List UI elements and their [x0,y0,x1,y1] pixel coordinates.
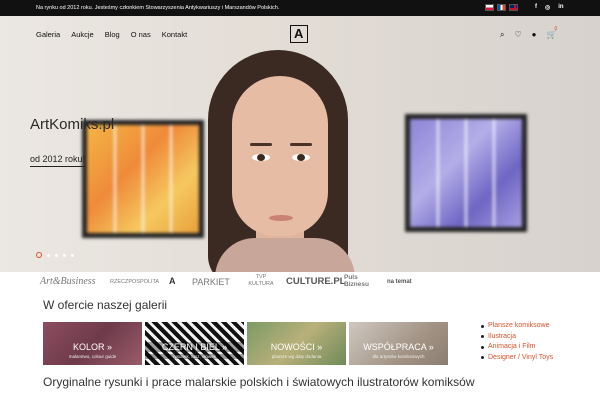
hero-model-eye [252,154,270,161]
hero-model-face [232,76,328,236]
hero-model-scarf [215,238,355,272]
slider-dot[interactable] [47,253,50,257]
nav-item-o-nas[interactable]: O nas [131,30,151,39]
category-link-animacja[interactable]: Animacja i Film [481,343,553,350]
topbar-notice: Na rynku od 2012 roku. Jesteśmy członkie… [36,5,280,11]
hero-slider[interactable]: ArtKomiks.pl od 2012 roku! [0,16,600,272]
facebook-icon[interactable]: f [535,4,537,11]
offer-heading: W ofercie naszej galerii [43,298,168,312]
account-icon[interactable]: ● [532,30,537,40]
language-switcher [485,4,518,11]
slider-dots [36,252,74,258]
tile-kolor[interactable]: KOLOR » malarstwo, colour guide [43,322,142,365]
press-logo: Puls Biznesu [344,274,369,288]
press-logo: PARKIET [192,277,230,287]
en-flag-icon[interactable] [509,4,518,11]
hero-subtitle[interactable]: od 2012 roku! [30,154,86,167]
press-logo: na temat [387,279,412,285]
tile-nowosci[interactable]: NOWOŚCI » plansze wg daty dodania [247,322,346,365]
hero-painting-right [405,114,527,232]
hero-model-eye [292,154,310,161]
fr-flag-icon[interactable] [497,4,506,11]
nav-item-galeria[interactable]: Galeria [36,30,60,39]
category-list: Plansze komiksowe Ilustracja Animacja i … [481,322,553,364]
logo-letter: A [294,26,304,41]
section-heading: Oryginalne rysunki i prace malarskie pol… [43,375,475,389]
category-link-plansze[interactable]: Plansze komiksowe [481,322,553,329]
pl-flag-icon[interactable] [485,4,494,11]
nav-item-blog[interactable]: Blog [105,30,120,39]
main-nav: Galeria Aukcje Blog O nas Kontakt [36,30,187,39]
cart-icon[interactable]: 🛒 0 [547,26,558,40]
press-logo: Art&Business [40,276,96,287]
press-logo: A [169,276,176,286]
press-logo: RZECZPOSPOLITA [110,279,160,285]
top-bar: Na rynku od 2012 roku. Jesteśmy członkie… [0,0,600,16]
tile-wspolpraca[interactable]: WSPÓŁPRACA » dla artystów komiksowych [349,322,448,365]
slider-dot[interactable] [71,253,74,257]
instagram-icon[interactable]: ◎ [545,4,550,11]
nav-item-kontakt[interactable]: Kontakt [162,30,187,39]
search-icon[interactable]: ⌕ [500,30,504,40]
social-links: f ◎ in [535,4,564,11]
press-logo: TVP KULTURA [248,274,274,287]
linkedin-icon[interactable]: in [558,4,563,11]
cart-count-badge: 0 [554,26,558,32]
slider-dot[interactable] [36,252,42,258]
slider-dot[interactable] [63,253,66,257]
header-icons: ⌕ ♡ ● 🛒 0 [500,26,558,40]
hero-model-mouth [269,215,293,221]
slider-dot[interactable] [55,253,58,257]
category-link-designer[interactable]: Designer / Vinyl Toys [481,354,553,361]
wishlist-icon[interactable]: ♡ [514,30,521,40]
nav-item-aukcje[interactable]: Aukcje [71,30,94,39]
hero-painting-left [82,120,204,238]
press-logo: CULTURE.PL [286,276,346,287]
offer-tiles: KOLOR » malarstwo, colour guide CZERŃ I … [43,322,448,365]
tile-czern-i-biel[interactable]: CZERŃ I BIEL » rysunek, tusz, ołówek [145,322,244,365]
hero-title: ArtKomiks.pl [30,116,115,133]
site-logo[interactable]: A [290,25,310,45]
category-link-ilustracja[interactable]: Ilustracja [481,333,553,340]
press-logos: Art&Business RZECZPOSPOLITA A PARKIET TV… [40,274,430,294]
